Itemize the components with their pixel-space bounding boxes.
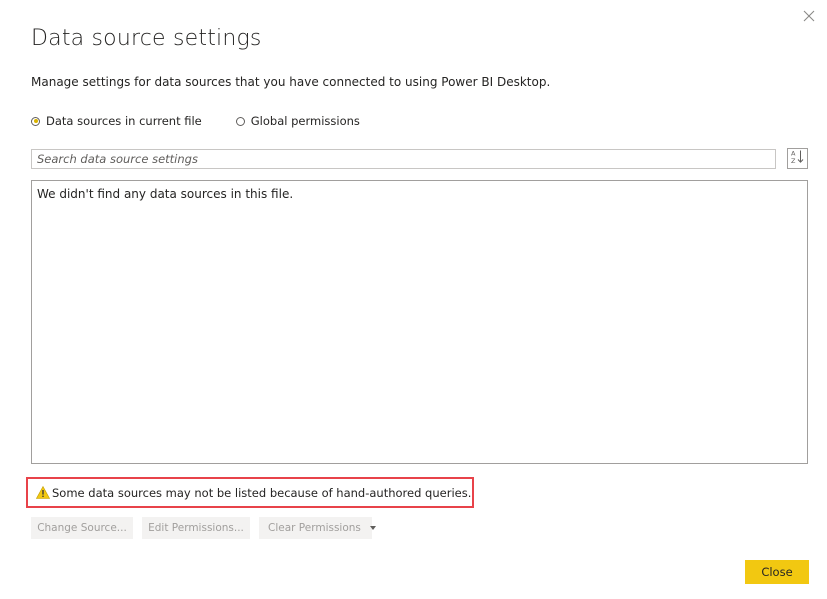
search-box <box>31 149 776 169</box>
sort-button[interactable]: A Z <box>787 148 808 169</box>
dialog-subtitle: Manage settings for data sources that yo… <box>31 75 551 89</box>
close-button[interactable]: Close <box>745 560 809 584</box>
dialog-title: Data source settings <box>31 26 262 51</box>
clear-permissions-button[interactable]: Clear Permissions <box>259 517 376 539</box>
data-sources-list[interactable]: We didn't find any data sources in this … <box>31 180 808 464</box>
scope-radio-group: Data sources in current file Global perm… <box>31 114 360 128</box>
radio-selected-icon <box>31 116 40 126</box>
edit-permissions-button[interactable]: Edit Permissions... <box>142 517 250 539</box>
search-input[interactable] <box>37 152 770 166</box>
radio-current-file[interactable]: Data sources in current file <box>31 114 202 128</box>
data-source-settings-dialog: Data source settings Manage settings for… <box>0 0 827 599</box>
change-source-button[interactable]: Change Source... <box>31 517 133 539</box>
chevron-down-icon <box>369 526 376 530</box>
close-icon[interactable] <box>801 8 817 24</box>
action-buttons: Change Source... Edit Permissions... Cle… <box>31 517 376 539</box>
warning-icon <box>36 486 50 499</box>
radio-unselected-icon <box>235 116 245 126</box>
svg-text:Z: Z <box>791 157 796 164</box>
empty-list-message: We didn't find any data sources in this … <box>37 187 294 201</box>
radio-global-permissions-label: Global permissions <box>250 114 360 128</box>
sort-az-icon: A Z <box>790 149 805 168</box>
radio-current-file-label: Data sources in current file <box>46 114 202 128</box>
clear-permissions-label: Clear Permissions <box>268 522 361 534</box>
warning-banner: Some data sources may not be listed beca… <box>26 477 474 508</box>
radio-global-permissions[interactable]: Global permissions <box>235 114 360 128</box>
warning-text: Some data sources may not be listed beca… <box>52 485 472 500</box>
